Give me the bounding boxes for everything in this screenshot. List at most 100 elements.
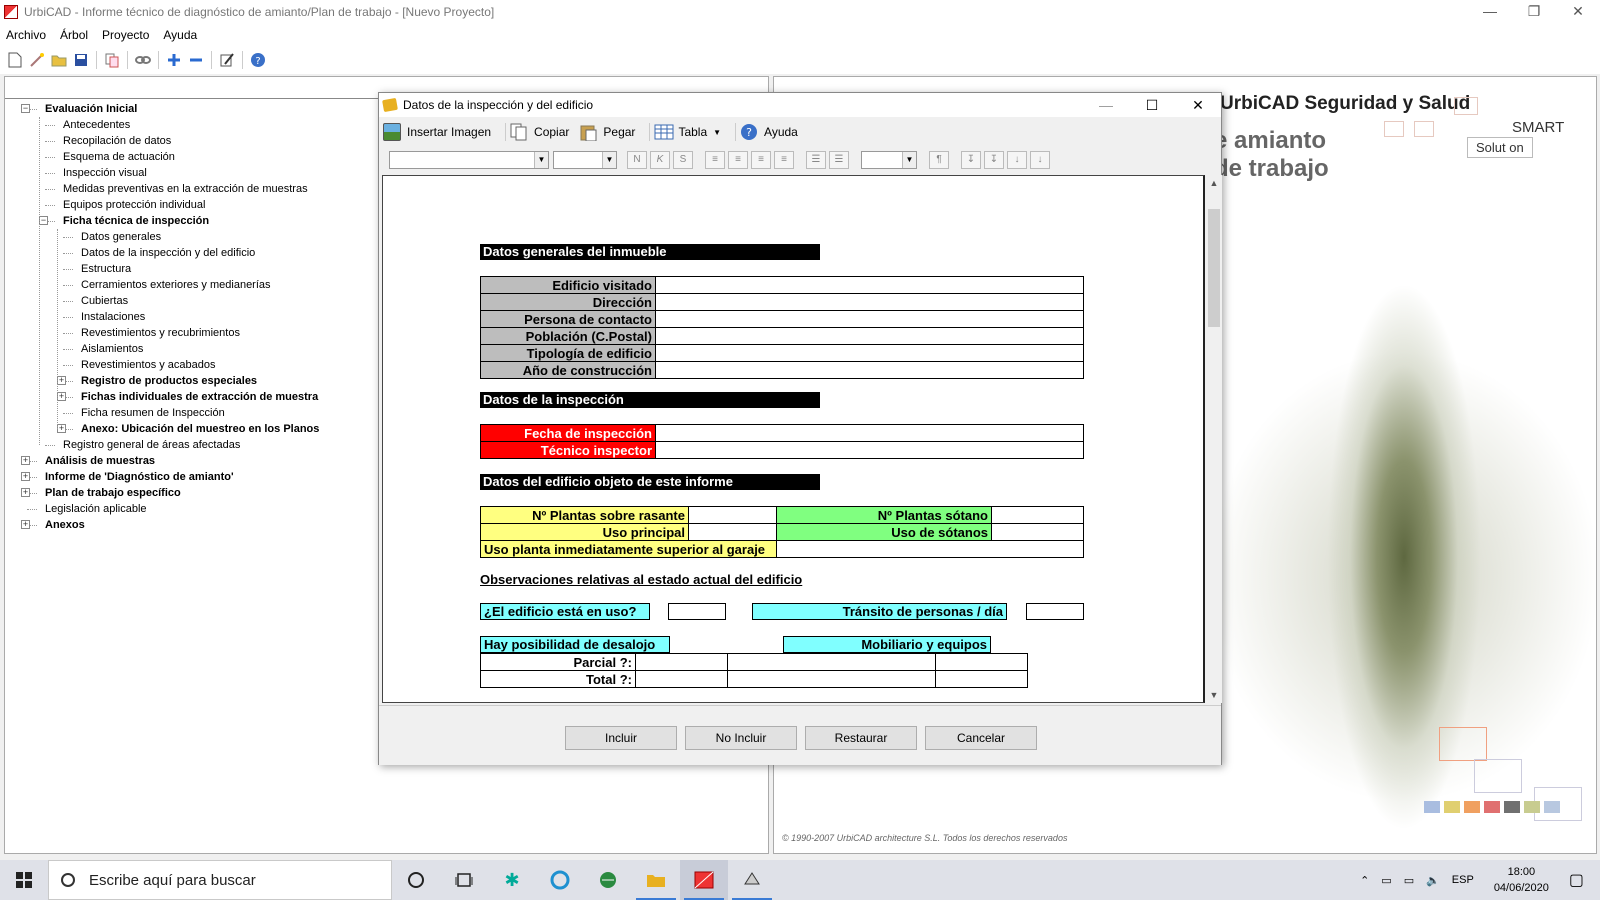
tree-node[interactable]: Ficha técnica de inspección	[63, 213, 209, 229]
menu-ayuda[interactable]: Ayuda	[163, 28, 197, 42]
dialog-maximize-button[interactable]: ☐	[1129, 93, 1175, 117]
tree-node[interactable]: Anexo: Ubicación del muestreo en los Pla…	[81, 421, 319, 437]
tree-node[interactable]: Análisis de muestras	[45, 453, 155, 469]
input-total[interactable]	[635, 670, 728, 688]
tree-node[interactable]: Evaluación Inicial	[45, 101, 137, 117]
save-icon[interactable]	[73, 52, 89, 68]
app-globe-icon[interactable]	[584, 860, 632, 900]
input-uso-planta-superior[interactable]	[776, 540, 1084, 558]
cortana-circle-icon[interactable]	[392, 860, 440, 900]
tree-node[interactable]: Plan de trabajo específico	[45, 485, 181, 501]
style-combo[interactable]: ▼	[861, 151, 917, 169]
font-family-combo[interactable]: ▼	[389, 151, 549, 169]
restaurar-button[interactable]: Restaurar	[805, 726, 917, 750]
tree-node[interactable]: Legislación aplicable	[45, 501, 147, 517]
tree-node[interactable]: Registro general de áreas afectadas	[63, 437, 240, 453]
copy-button[interactable]: Copiar	[510, 123, 569, 141]
general-row-value[interactable]	[655, 276, 1084, 294]
input-plantas-sotano[interactable]	[991, 506, 1084, 524]
file-explorer-icon[interactable]	[632, 860, 680, 900]
tree-node[interactable]: Ficha resumen de Inspección	[81, 405, 225, 421]
input-plantas-sobre-rasante[interactable]	[688, 506, 777, 524]
tree-node[interactable]: Aislamientos	[81, 341, 143, 357]
edge-browser-icon[interactable]	[536, 860, 584, 900]
bullet-list-button[interactable]: ☰	[806, 151, 826, 169]
mobiliario-value-cell[interactable]	[935, 653, 1028, 671]
expand-icon[interactable]: +	[57, 392, 66, 401]
menu-archivo[interactable]: Archivo	[6, 28, 46, 42]
paragraph-button[interactable]: ¶	[929, 151, 949, 169]
wizard-icon[interactable]	[29, 52, 45, 68]
tree-node[interactable]: Anexos	[45, 517, 85, 533]
document-editor[interactable]: Datos generales del inmueble Edificio vi…	[382, 175, 1205, 703]
input-parcial[interactable]	[635, 653, 728, 671]
tree-node[interactable]: Revestimientos y acabados	[81, 357, 216, 373]
clock[interactable]: 18:00 04/06/2020	[1494, 864, 1549, 896]
align-left-button[interactable]: ≡	[705, 151, 725, 169]
tree-node[interactable]: Datos generales	[81, 229, 161, 245]
tree-node[interactable]: Medidas preventivas en la extracción de …	[63, 181, 308, 197]
dialog-close-button[interactable]: ✕	[1175, 93, 1221, 117]
new-file-icon[interactable]	[7, 52, 23, 68]
italic-button[interactable]: K	[650, 151, 670, 169]
numbered-list-button[interactable]: ☰	[829, 151, 849, 169]
paste-button[interactable]: Pegar	[579, 123, 635, 142]
expand-icon[interactable]: +	[57, 376, 66, 385]
general-row-value[interactable]	[655, 310, 1084, 328]
tree-node[interactable]: Datos de la inspección y del edificio	[81, 245, 255, 261]
tree-node[interactable]: Informe de 'Diagnóstico de amianto'	[45, 469, 234, 485]
collapse-icon[interactable]: −	[21, 104, 30, 113]
urbicad-taskbar-icon[interactable]	[680, 860, 728, 900]
expand-icon[interactable]: +	[21, 472, 30, 481]
tree-node[interactable]: Cubiertas	[81, 293, 128, 309]
language-indicator[interactable]: ESP	[1452, 874, 1474, 886]
edit-document-icon[interactable]	[219, 52, 235, 68]
table-dropdown-button[interactable]: Tabla ▼	[654, 123, 721, 141]
document-scrollbar[interactable]: ▲ ▼	[1206, 175, 1222, 703]
mobiliario-value-cell[interactable]	[935, 670, 1028, 688]
bold-button[interactable]: N	[627, 151, 647, 169]
cancelar-button[interactable]: Cancelar	[925, 726, 1037, 750]
align-center-button[interactable]: ≡	[728, 151, 748, 169]
dialog-minimize-button[interactable]: —	[1083, 93, 1129, 117]
restore-button[interactable]: ❐	[1512, 0, 1556, 24]
tree-node[interactable]: Registro de productos especiales	[81, 373, 257, 389]
general-row-value[interactable]	[655, 344, 1084, 362]
expand-icon[interactable]: +	[21, 456, 30, 465]
display-icon[interactable]: ▭	[1404, 874, 1414, 887]
taskbar-search-box[interactable]: Escribe aquí para buscar	[48, 860, 392, 900]
expand-icon[interactable]: +	[21, 488, 30, 497]
scroll-down-arrow-icon[interactable]: ▼	[1206, 687, 1222, 703]
insert-row-above-button[interactable]: ↧	[961, 151, 981, 169]
app-star-icon[interactable]: ✱	[488, 860, 536, 900]
collapse-icon[interactable]: −	[39, 216, 48, 225]
scrollbar-thumb[interactable]	[1208, 209, 1220, 327]
copy-pages-icon[interactable]	[104, 52, 120, 68]
move-down-button[interactable]: ↓	[1007, 151, 1027, 169]
tree-node[interactable]: Recopilación de datos	[63, 133, 171, 149]
insert-row-below-button[interactable]: ↧	[984, 151, 1004, 169]
inspection-row-value[interactable]	[655, 441, 1084, 459]
inspection-row-value[interactable]	[655, 424, 1084, 442]
move-bottom-button[interactable]: ↓	[1030, 151, 1050, 169]
mobiliario-cell[interactable]	[727, 653, 936, 671]
tree-node[interactable]: Estructura	[81, 261, 131, 277]
link-icon[interactable]	[135, 52, 151, 68]
minimize-button[interactable]: —	[1468, 0, 1512, 24]
start-button[interactable]	[0, 860, 48, 900]
input-edificio-en-uso[interactable]	[668, 603, 726, 620]
general-row-value[interactable]	[655, 293, 1084, 311]
notifications-icon[interactable]: ▢	[1569, 870, 1584, 890]
expand-plus-icon[interactable]	[166, 52, 182, 68]
help-icon[interactable]: ?	[250, 52, 266, 68]
input-transito-personas[interactable]	[1026, 603, 1084, 620]
open-folder-icon[interactable]	[51, 52, 67, 68]
align-right-button[interactable]: ≡	[751, 151, 771, 169]
chevron-up-icon[interactable]: ⌃	[1360, 874, 1369, 887]
collapse-minus-icon[interactable]	[188, 52, 204, 68]
network-icon[interactable]: ▭	[1381, 874, 1391, 887]
strike-button[interactable]: S	[673, 151, 693, 169]
insert-image-button[interactable]: Insertar Imagen	[383, 123, 491, 141]
tree-node[interactable]: Fichas individuales de extracción de mue…	[81, 389, 318, 405]
volume-icon[interactable]: 🔈	[1426, 874, 1440, 887]
